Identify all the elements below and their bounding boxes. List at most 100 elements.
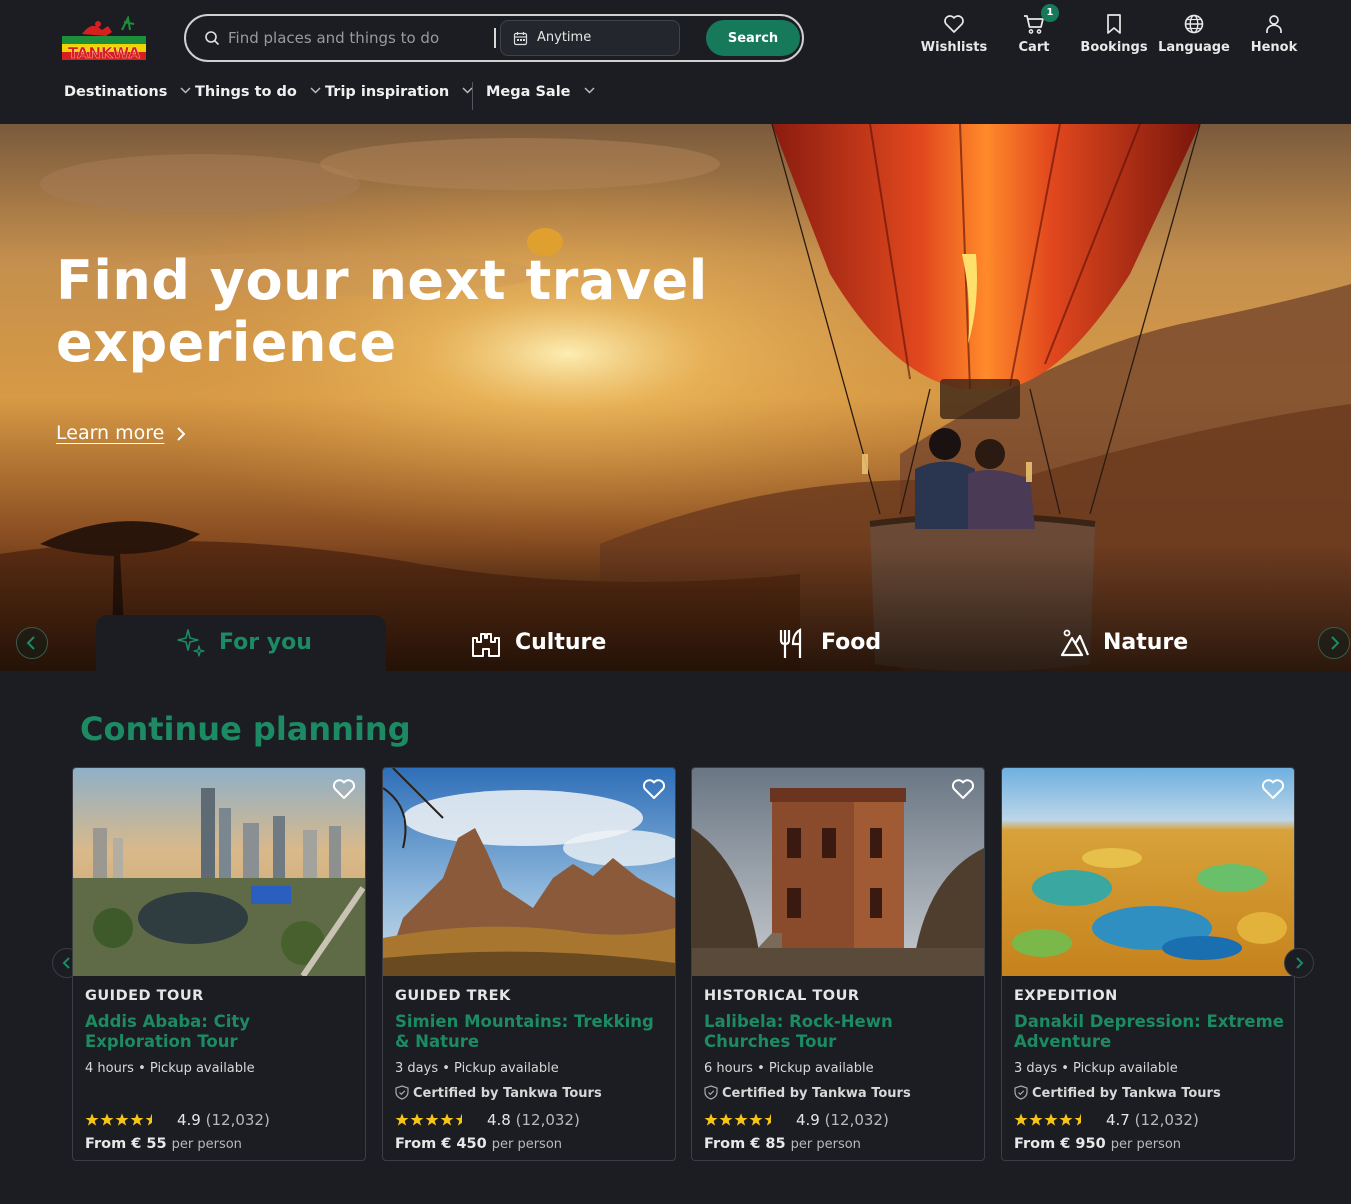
search-input[interactable] xyxy=(228,24,478,52)
addis-ababa-skyline-image xyxy=(73,768,365,976)
cart-label: Cart xyxy=(1018,40,1050,55)
tab-nature-label: Nature xyxy=(1103,630,1189,655)
wishlist-heart-icon[interactable] xyxy=(1260,776,1286,802)
cart-count-badge: 1 xyxy=(1041,4,1059,22)
chevron-right-icon xyxy=(177,427,186,441)
rating-count: (12,032) xyxy=(515,1111,580,1129)
search-divider xyxy=(494,28,496,48)
rating-count: (12,032) xyxy=(205,1111,270,1129)
card-price: From € 450 per person xyxy=(395,1136,562,1152)
card-meta: 3 days • Pickup available xyxy=(1014,1061,1178,1076)
wishlists-label: Wishlists xyxy=(920,40,988,55)
menu-destinations[interactable]: Destinations xyxy=(64,84,191,110)
certified-label: Certified by Tankwa Tours xyxy=(722,1086,911,1101)
profile-link[interactable]: Henok xyxy=(1234,10,1314,60)
date-label: Anytime xyxy=(537,30,592,45)
wishlist-heart-icon[interactable] xyxy=(950,776,976,802)
tab-culture[interactable]: Culture xyxy=(470,615,670,671)
card-price: From € 950 per person xyxy=(1014,1136,1181,1152)
category-prev-button[interactable] xyxy=(16,627,48,659)
card-rating: 4.8 (12,032) xyxy=(395,1111,580,1129)
tour-card[interactable]: GUIDED TOUR Addis Ababa: City Exploratio… xyxy=(72,767,366,1161)
card-category: GUIDED TOUR xyxy=(85,988,204,1004)
castle-icon xyxy=(472,633,500,657)
tab-food[interactable]: Food xyxy=(778,615,978,671)
menu-things-to-do[interactable]: Things to do xyxy=(195,84,321,110)
menu-trip-inspiration-label: Trip inspiration xyxy=(325,84,450,100)
card-meta: 6 hours • Pickup available xyxy=(704,1061,874,1076)
cards-next-button[interactable] xyxy=(1284,948,1314,978)
wishlists-link[interactable]: Wishlists xyxy=(914,10,994,60)
menu-mega-sale[interactable]: Mega Sale xyxy=(486,84,595,110)
card-title[interactable]: Lalibela: Rock-Hewn Churches Tour xyxy=(704,1012,974,1052)
menu-destinations-label: Destinations xyxy=(64,84,168,100)
lalibela-church-image xyxy=(692,768,984,976)
mountain-icon xyxy=(1060,629,1090,657)
star-rating-icon xyxy=(395,1113,462,1126)
certified-badge: Certified by Tankwa Tours xyxy=(704,1085,911,1101)
tab-food-label: Food xyxy=(821,630,882,655)
rating-count: (12,032) xyxy=(1134,1111,1199,1129)
card-category: GUIDED TREK xyxy=(395,988,511,1004)
globe-icon xyxy=(1184,14,1204,34)
price-unit: per person xyxy=(790,1137,861,1152)
card-price: From € 55 per person xyxy=(85,1136,242,1152)
search-button[interactable]: Search xyxy=(706,20,800,56)
cart-link[interactable]: 1 Cart xyxy=(994,4,1074,60)
user-icon xyxy=(1266,15,1282,33)
rating-value: 4.9 xyxy=(796,1111,820,1129)
tour-card[interactable]: EXPEDITION Danakil Depression: Extreme A… xyxy=(1001,767,1295,1161)
language-link[interactable]: Language xyxy=(1154,10,1234,60)
section-title: Continue planning xyxy=(80,710,411,748)
card-title[interactable]: Addis Ababa: City Exploration Tour xyxy=(85,1012,355,1052)
tab-culture-label: Culture xyxy=(515,630,607,655)
search-icon xyxy=(205,31,220,46)
date-picker[interactable]: Anytime xyxy=(500,20,680,56)
shield-check-icon xyxy=(704,1085,718,1100)
tab-for-you[interactable]: For you xyxy=(96,615,386,671)
tab-nature[interactable]: Nature xyxy=(1060,615,1260,671)
wishlist-heart-icon[interactable] xyxy=(641,776,667,802)
card-price: From € 85 per person xyxy=(704,1136,861,1152)
price-unit: per person xyxy=(491,1137,563,1152)
price-value: From € 450 xyxy=(395,1136,487,1152)
card-meta: 3 days • Pickup available xyxy=(395,1061,559,1076)
category-next-button[interactable] xyxy=(1318,627,1350,659)
rating-value: 4.8 xyxy=(487,1111,511,1129)
certified-badge: Certified by Tankwa Tours xyxy=(395,1085,602,1101)
tankwa-logo[interactable]: TANKWA xyxy=(62,14,146,62)
learn-more-link[interactable]: Learn more xyxy=(56,422,164,444)
header-nav: Wishlists 1 Cart Bookings Language Henok xyxy=(910,4,1330,60)
shield-check-icon xyxy=(395,1085,409,1100)
utensils-icon xyxy=(779,628,802,658)
sparkles-icon xyxy=(177,629,205,657)
tour-card[interactable]: HISTORICAL TOUR Lalibela: Rock-Hewn Chur… xyxy=(691,767,985,1161)
menu-mega-sale-label: Mega Sale xyxy=(486,84,571,100)
chevron-down-icon xyxy=(180,87,191,94)
tour-card[interactable]: GUIDED TREK Simien Mountains: Trekking &… xyxy=(382,767,676,1161)
site-header: TANKWA Anytime Search Wishlists xyxy=(0,0,1351,124)
star-rating-icon xyxy=(1014,1113,1081,1126)
certified-badge: Certified by Tankwa Tours xyxy=(1014,1085,1221,1101)
card-title[interactable]: Danakil Depression: Extreme Adventure xyxy=(1014,1012,1284,1052)
danakil-depression-image xyxy=(1002,768,1294,976)
heart-icon xyxy=(944,15,964,33)
wishlist-heart-icon[interactable] xyxy=(331,776,357,802)
bookings-link[interactable]: Bookings xyxy=(1074,10,1154,60)
menu-divider xyxy=(472,82,473,110)
chevron-left-icon xyxy=(26,636,35,650)
hot-air-balloon-image xyxy=(0,124,1351,671)
price-unit: per person xyxy=(1110,1137,1182,1152)
bookings-label: Bookings xyxy=(1080,40,1148,55)
card-rating: 4.9 (12,032) xyxy=(85,1111,270,1129)
hero-title: Find your next travel experience xyxy=(56,249,708,374)
card-rating: 4.7 (12,032) xyxy=(1014,1111,1199,1129)
rating-count: (12,032) xyxy=(824,1111,889,1129)
bookmark-icon xyxy=(1107,14,1121,34)
chevron-right-icon xyxy=(1296,957,1304,969)
menu-trip-inspiration[interactable]: Trip inspiration xyxy=(325,84,473,110)
card-meta: 4 hours • Pickup available xyxy=(85,1061,255,1076)
card-title[interactable]: Simien Mountains: Trekking & Nature xyxy=(395,1012,665,1052)
price-unit: per person xyxy=(171,1137,242,1152)
star-rating-icon xyxy=(704,1113,771,1126)
